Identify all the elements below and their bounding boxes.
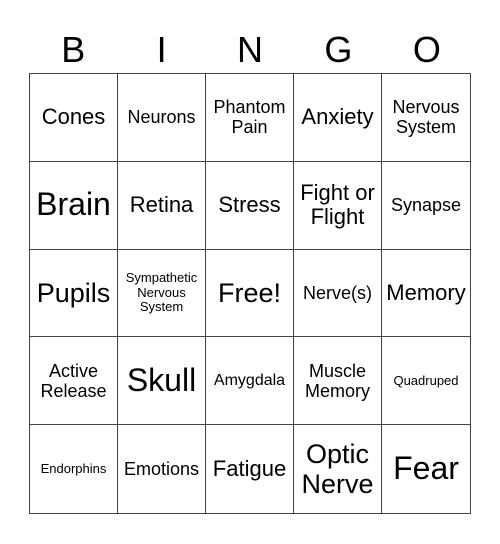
bingo-cell[interactable]: Endorphins bbox=[30, 425, 118, 513]
bingo-cell[interactable]: Phantom Pain bbox=[206, 74, 294, 162]
bingo-cell[interactable]: Nervous System bbox=[382, 74, 470, 162]
bingo-cell[interactable]: Muscle Memory bbox=[294, 337, 382, 426]
bingo-cell[interactable]: Neurons bbox=[118, 74, 206, 162]
bingo-cell[interactable]: Fight or Flight bbox=[294, 161, 382, 250]
free-space[interactable]: Free! bbox=[206, 249, 294, 338]
header-letter-o: O bbox=[412, 29, 441, 70]
bingo-cell[interactable]: Nerve(s) bbox=[294, 249, 382, 338]
bingo-cell[interactable]: Fatigue bbox=[206, 425, 294, 513]
bingo-cell[interactable]: Skull bbox=[118, 337, 206, 426]
bingo-cell[interactable]: Optic Nerve bbox=[294, 425, 382, 513]
bingo-cell[interactable]: Stress bbox=[206, 161, 294, 250]
header-letter-n: N bbox=[237, 29, 264, 70]
bingo-cell[interactable]: Brain bbox=[30, 161, 118, 250]
bingo-cell[interactable]: Cones bbox=[30, 74, 118, 162]
bingo-cell[interactable]: Quadruped bbox=[382, 337, 470, 426]
bingo-cell[interactable]: Pupils bbox=[30, 249, 118, 338]
header-letter-b: B bbox=[61, 29, 86, 70]
bingo-cell[interactable]: Retina bbox=[118, 161, 206, 250]
bingo-header: B I N G O bbox=[29, 26, 471, 74]
bingo-cell[interactable]: Active Release bbox=[30, 337, 118, 426]
header-letter-i: I bbox=[156, 29, 167, 70]
bingo-cell[interactable]: Emotions bbox=[118, 425, 206, 513]
bingo-cell[interactable]: Amygdala bbox=[206, 337, 294, 426]
bingo-cell[interactable]: Synapse bbox=[382, 162, 470, 250]
header-letter-g: G bbox=[324, 29, 353, 70]
bingo-cell[interactable]: Sympathetic Nervous System bbox=[118, 249, 206, 338]
bingo-cell[interactable]: Fear bbox=[382, 425, 470, 513]
bingo-grid: Cones Neurons Phantom Pain Anxiety Nervo… bbox=[29, 73, 471, 514]
bingo-cell[interactable]: Anxiety bbox=[294, 74, 382, 162]
bingo-cell[interactable]: Memory bbox=[382, 250, 470, 338]
